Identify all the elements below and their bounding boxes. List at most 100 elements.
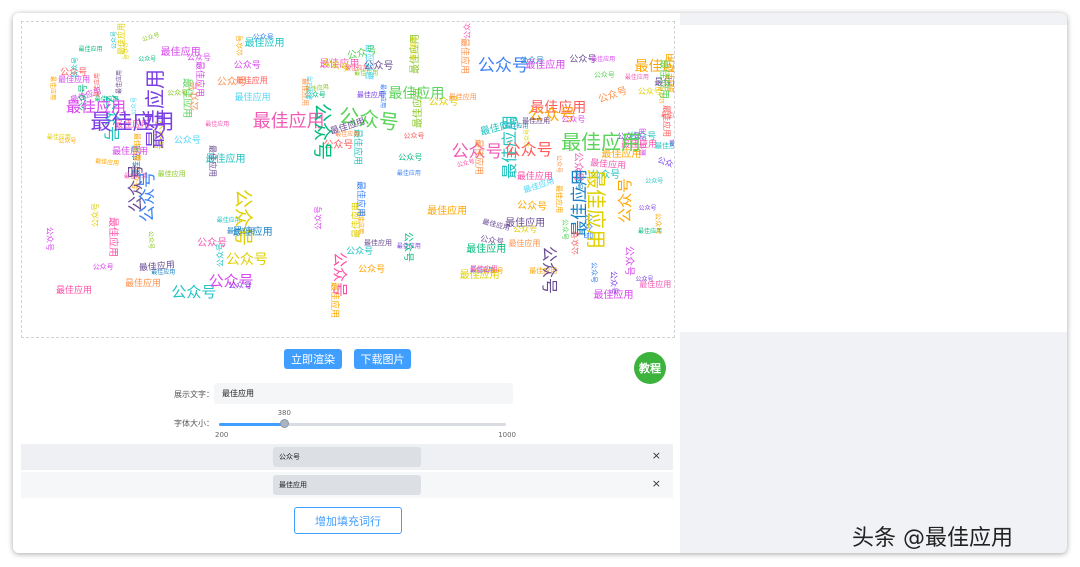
cloud-word: 公众号 [517, 200, 548, 213]
cloud-word: 最佳应用 [593, 290, 634, 302]
cloud-word: 公众号 [622, 245, 634, 276]
cloud-word: 公众号 [653, 212, 662, 234]
cloud-word: 最佳应用 [354, 180, 365, 217]
cloud-word: 公众号 [311, 102, 334, 160]
cloud-word: 公众号 [571, 230, 581, 255]
cloud-word: 最佳应用 [115, 70, 123, 95]
preview-panel [680, 25, 1067, 332]
cloud-word: 最佳应用 [205, 120, 230, 128]
fill-word-input[interactable]: 公众号 [273, 447, 421, 467]
cloud-word: 公众号 [330, 252, 349, 298]
cloud-word: 公众号 [504, 140, 553, 160]
cloud-word: 最佳应用 [307, 76, 315, 101]
cloud-word: 最佳应用 [364, 239, 393, 248]
cloud-word: 最佳应用 [207, 145, 217, 178]
cloud-word: 公众号 [216, 77, 247, 89]
cloud-word: 最佳应用 [117, 23, 127, 56]
cloud-word: 最佳应用 [583, 168, 608, 249]
cloud-word: 公众号 [233, 60, 261, 71]
word-cloud-canvas: 公众号 公众号 最佳应用 最佳应用 公众号 公众号 最佳应用 最佳应用 公众号 最佳应用 公众号 公众… [21, 21, 675, 338]
slider-value: 380 [277, 409, 291, 417]
cloud-word: 公众号 [572, 152, 584, 183]
cloud-word: 最佳应用 [661, 105, 671, 138]
cloud-word: 最佳应用 [142, 68, 167, 149]
cloud-word: 最佳应用 [300, 77, 309, 106]
cloud-word: 公众号 [346, 247, 374, 258]
cloud-word: 公众号 [398, 152, 423, 162]
font-size-slider[interactable]: 380 200 1000 [215, 409, 516, 439]
cloud-word: 公众号 [403, 131, 425, 140]
cloud-word: 最佳应用 [448, 93, 477, 102]
text-field-label: 展示文字： [174, 390, 214, 399]
cloud-word: 最佳应用 [591, 56, 616, 64]
cloud-word: 公众号 [232, 188, 255, 246]
slider-fill [219, 423, 284, 426]
cloud-word: 公众号 [597, 85, 630, 106]
add-fill-row-button[interactable]: 增加填充词行 [294, 507, 402, 534]
cloud-word: 公众号 [593, 71, 615, 80]
cloud-word: 公众号 [539, 246, 559, 295]
cloud-word: 公众号 [638, 204, 657, 212]
cloud-word: 最佳应用 [472, 138, 483, 175]
cloud-word: 最佳应用 [561, 130, 642, 155]
download-button[interactable]: 下载图片 [354, 349, 411, 369]
cloud-word: 最佳应用 [388, 86, 445, 103]
cloud-word: 公众号 [167, 89, 189, 97]
close-icon[interactable]: × [652, 449, 661, 462]
cloud-word: 最佳应用 [639, 280, 672, 290]
cloud-word: 公众号 [141, 31, 161, 44]
cloud-word: 公众号 [71, 56, 80, 78]
cloud-word: 公众号 [313, 205, 323, 230]
cloud-word: 公众号 [138, 171, 159, 223]
fill-word-input[interactable]: 最佳应用 [273, 475, 421, 495]
close-icon[interactable]: × [652, 477, 661, 490]
cloud-word: 最佳应用 [55, 285, 92, 296]
cloud-word: 公众号 [252, 33, 274, 42]
cloud-word: 最佳应用 [427, 205, 468, 217]
editor-panel: 公众号 公众号 最佳应用 最佳应用 公众号 公众号 最佳应用 最佳应用 公众号 最佳应用 公众号 公众… [13, 13, 680, 553]
cloud-word: 公众号 [146, 231, 154, 250]
cloud-word: 最佳应用 [132, 132, 141, 161]
cloud-word: 最佳应用 [658, 58, 669, 99]
cloud-word: 最佳应用 [525, 59, 566, 71]
fill-word-row: 公众号 × [21, 444, 673, 470]
cloud-word: 最佳应用 [157, 170, 186, 179]
cloud-word: 公众号 [173, 135, 201, 146]
slider-min-label: 200 [215, 431, 229, 439]
cloud-word: 最佳应用 [508, 238, 541, 248]
cloud-word: 公众号 [91, 203, 101, 228]
cloud-word: 公众号 [92, 262, 114, 271]
cloud-word: 公众号 [656, 154, 675, 172]
cloud-word: 公众号 [228, 281, 253, 290]
cloud-word: 公众号 [590, 262, 598, 284]
cloud-word: 最佳应用 [356, 90, 385, 99]
cloud-word: 最佳应用 [655, 142, 674, 151]
fill-word-row: 最佳应用 × [21, 472, 673, 498]
cloud-word: 公众号 [236, 34, 245, 56]
font-size-label: 字体大小： [174, 419, 214, 428]
cloud-word: 公众号 [138, 56, 157, 64]
cloud-word: 最佳应用 [65, 97, 126, 117]
cloud-word: 最佳应用 [160, 46, 201, 58]
render-button[interactable]: 立即渲染 [284, 349, 342, 369]
cloud-word: 最佳应用 [125, 278, 162, 289]
cloud-word: 最佳应用 [106, 216, 118, 257]
cloud-word: 公众号 [482, 267, 504, 276]
cloud-word: 最佳应用 [48, 75, 56, 100]
cloud-word: 最佳应用 [624, 74, 649, 82]
display-text-input[interactable]: 最佳应用 [214, 383, 513, 404]
cloud-word: 最佳应用 [396, 170, 421, 178]
slider-handle[interactable] [279, 419, 289, 428]
cloud-word: 公众号 [189, 80, 201, 111]
app-window: 公众号 公众号 最佳应用 最佳应用 公众号 公众号 最佳应用 最佳应用 公众号 最佳应用 公众号 公众… [13, 13, 1067, 553]
cloud-word: 公众号 [561, 218, 570, 240]
tutorial-button[interactable]: 教程 [634, 352, 666, 384]
watermark-text: 头条 @最佳应用 [852, 526, 1013, 551]
cloud-word: 公众号 [555, 154, 563, 173]
cloud-word: 最佳应用 [408, 36, 416, 61]
cloud-word: 最佳应用 [46, 134, 71, 142]
cloud-word: 最佳应用 [466, 244, 507, 256]
cloud-word: 最佳应用 [226, 227, 255, 236]
cloud-word: 最佳应用 [234, 92, 271, 103]
cloud-word: 公众号 [561, 114, 586, 124]
